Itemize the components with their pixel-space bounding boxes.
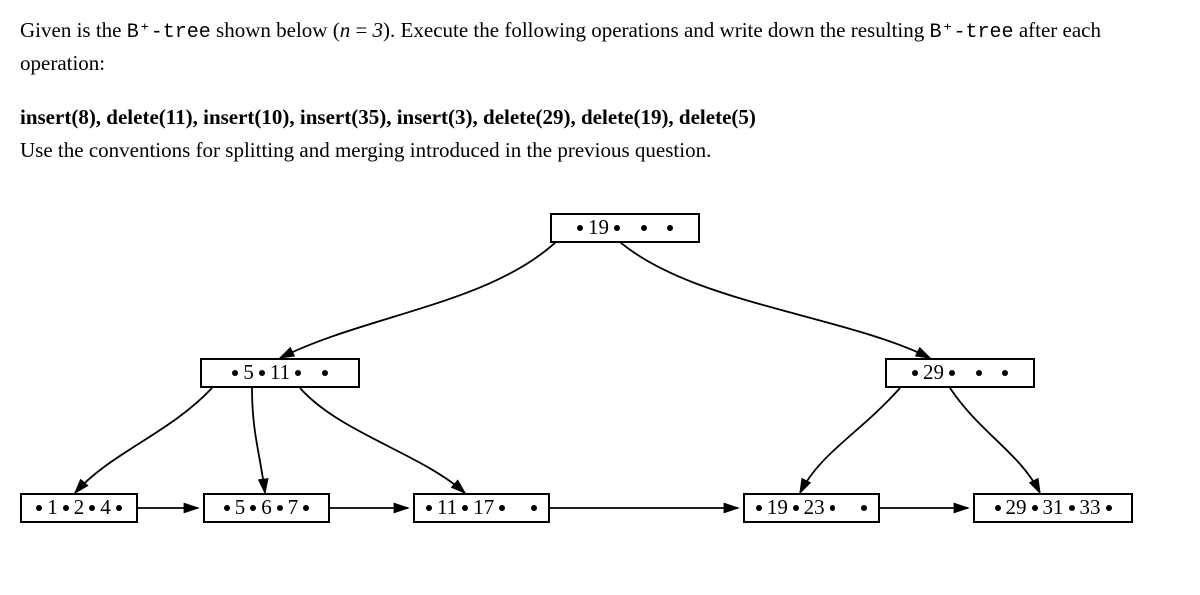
intr-key-0: 29 <box>923 360 944 385</box>
intro-mid2: ). Execute the following operations and … <box>383 18 929 42</box>
intro-eq: = <box>350 18 372 42</box>
btree-diagram: 19 511 29 124 567 1117 1923 293133 <box>20 193 1180 543</box>
intro-mid1: shown below ( <box>211 18 340 42</box>
leaf1-k2: 7 <box>288 495 299 520</box>
leaf3-k0: 19 <box>767 495 788 520</box>
leaf3-k1: 23 <box>804 495 825 520</box>
n-var: n <box>340 18 351 42</box>
root-key-0: 19 <box>588 215 609 240</box>
btree-term2: B⁺-tree <box>930 21 1014 44</box>
problem-intro: Given is the B⁺-tree shown below (n = 3)… <box>20 15 1180 80</box>
leaf4-k1: 31 <box>1043 495 1064 520</box>
intl-key-1: 11 <box>270 360 290 385</box>
leaf2-k1: 17 <box>473 495 494 520</box>
internal-node-left: 5 11 <box>200 358 360 388</box>
leaf0-k0: 1 <box>47 495 58 520</box>
n-val: 3 <box>373 18 384 42</box>
leaf2-k0: 11 <box>437 495 457 520</box>
leaf0-k1: 2 <box>74 495 85 520</box>
root-node: 19 <box>550 213 700 243</box>
leaf-node-2: 11 17 <box>413 493 550 523</box>
convention-note: Use the conventions for splitting and me… <box>20 138 1180 163</box>
leaf4-k0: 29 <box>1006 495 1027 520</box>
leaf1-k1: 6 <box>261 495 272 520</box>
operations-list: insert(8), delete(11), insert(10), inser… <box>20 105 1180 130</box>
leaf4-k2: 33 <box>1080 495 1101 520</box>
leaf-node-0: 124 <box>20 493 138 523</box>
leaf-node-4: 29 31 33 <box>973 493 1133 523</box>
leaf0-k2: 4 <box>100 495 111 520</box>
btree-term: B⁺-tree <box>127 21 211 44</box>
leaf-node-3: 1923 <box>743 493 880 523</box>
intro-prefix: Given is the <box>20 18 127 42</box>
leaf-node-1: 567 <box>203 493 330 523</box>
internal-node-right: 29 <box>885 358 1035 388</box>
intl-key-0: 5 <box>243 360 254 385</box>
leaf1-k0: 5 <box>235 495 246 520</box>
